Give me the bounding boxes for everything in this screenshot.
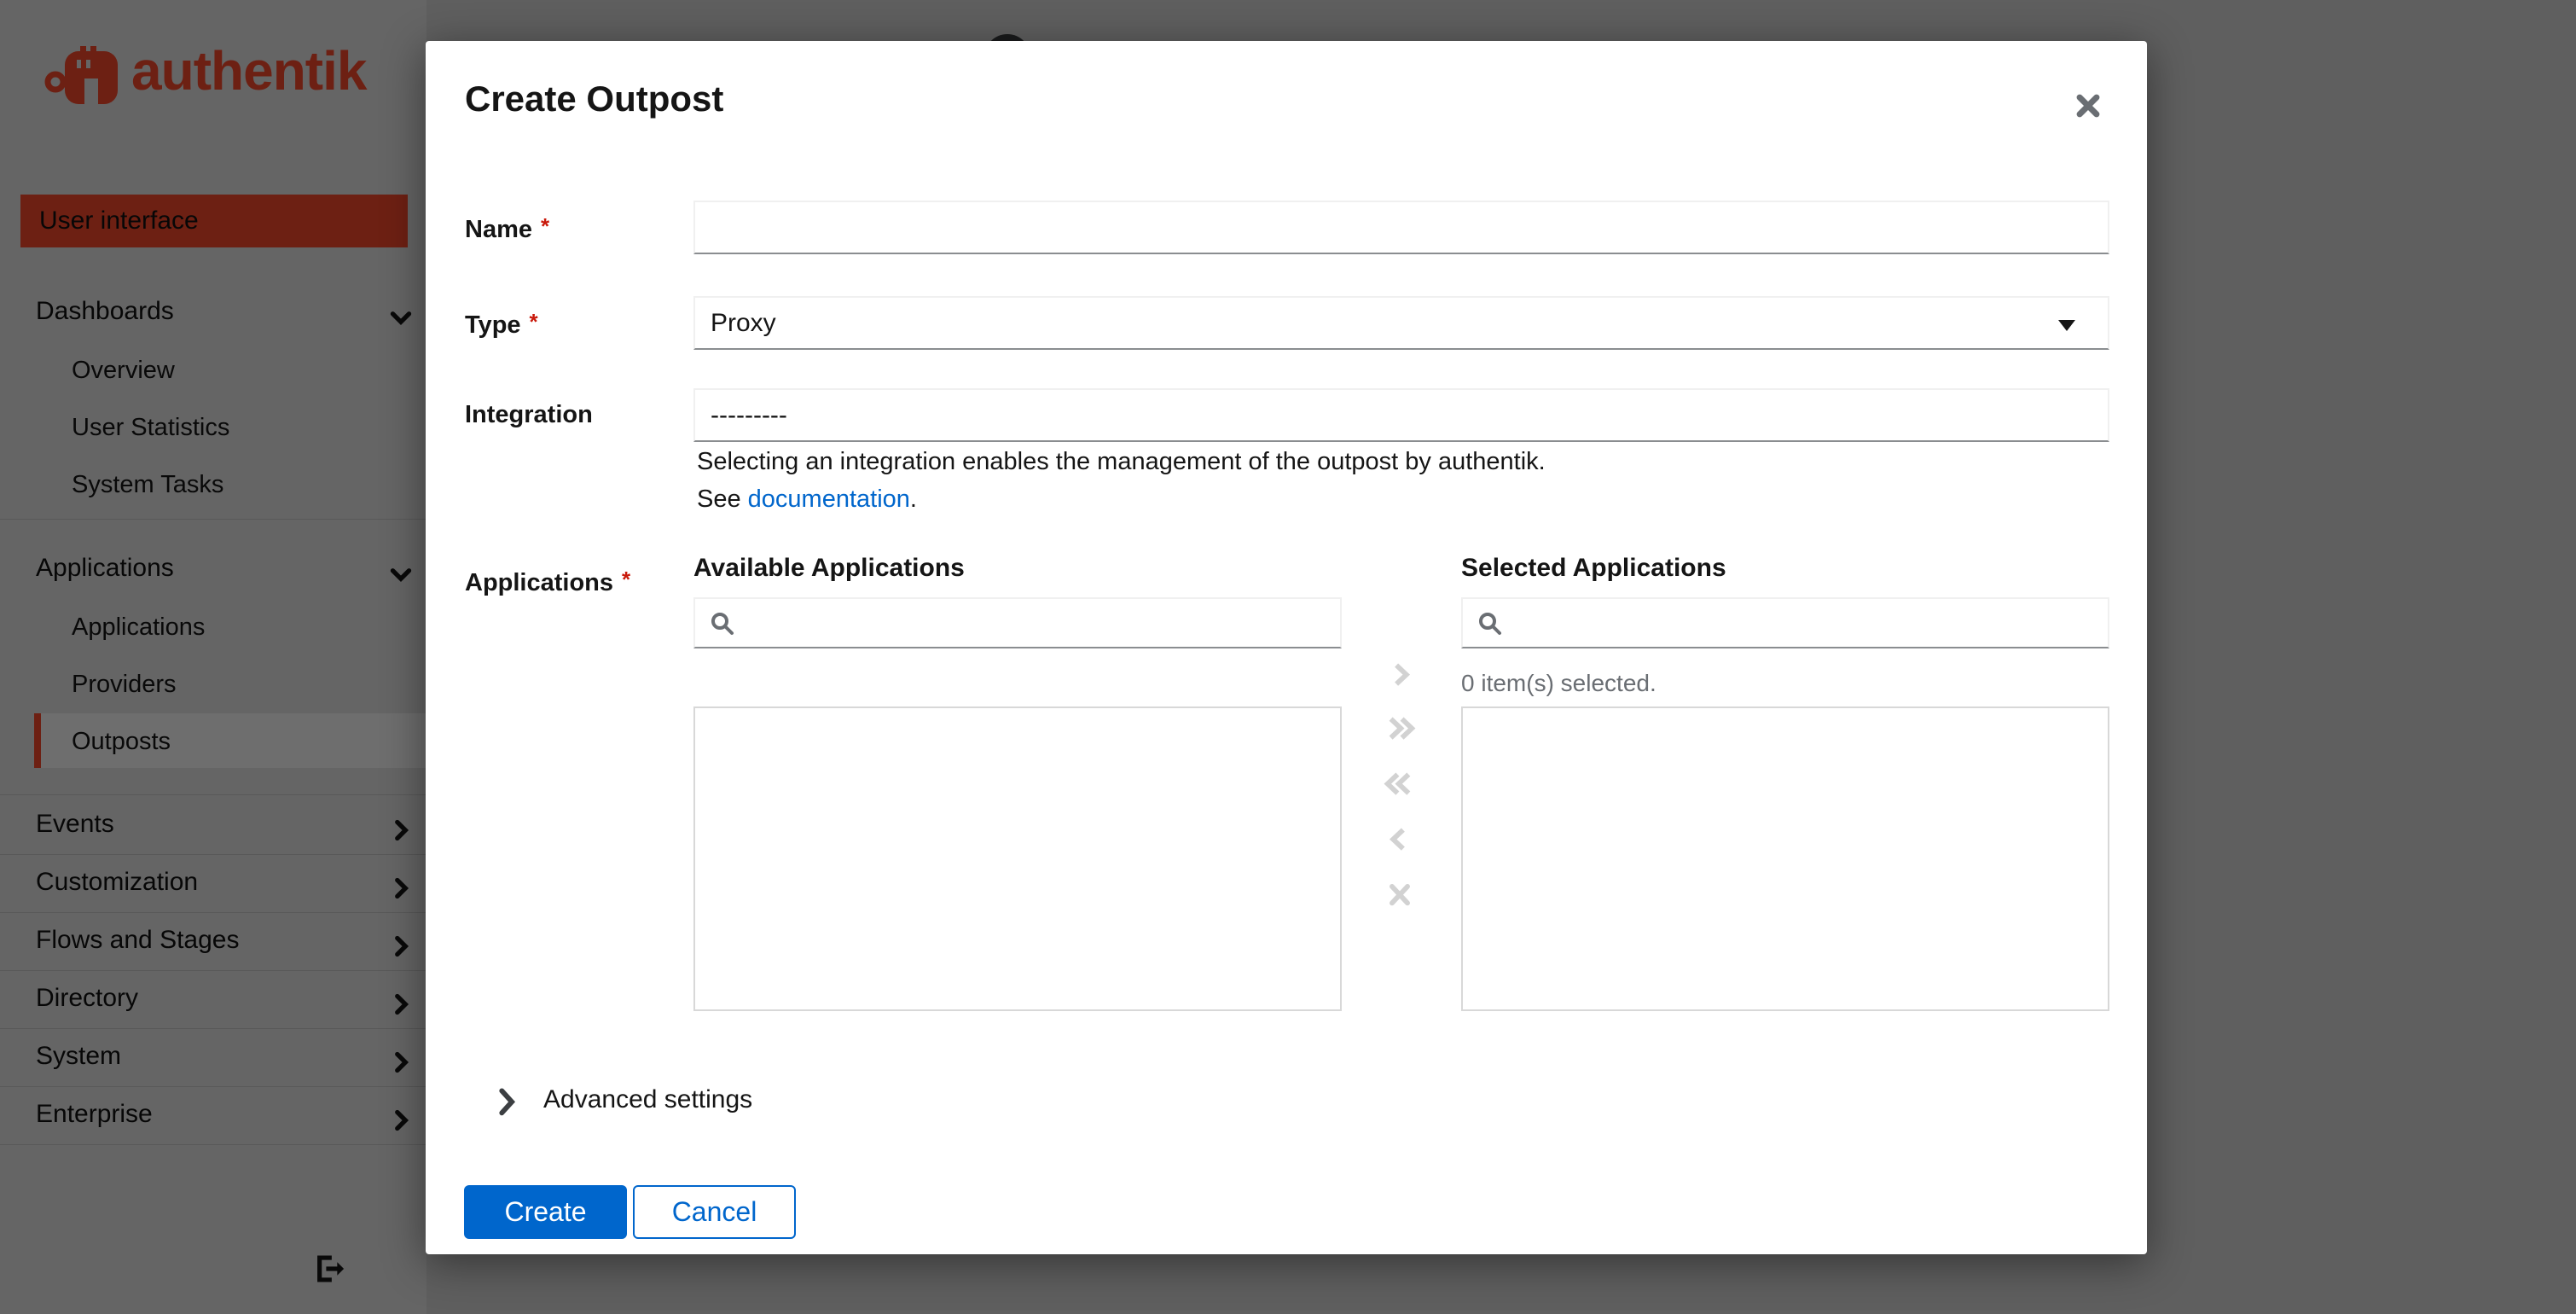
type-select[interactable]: Proxy [693,296,2109,350]
type-label: Type * [465,309,538,339]
selected-applications-list[interactable] [1461,706,2109,1011]
integration-select[interactable]: --------- [693,388,2109,442]
clear-selection-icon[interactable] [1381,875,1419,913]
documentation-link[interactable]: documentation [748,485,910,513]
applications-label: Applications * [465,567,631,596]
required-marker: * [622,567,631,592]
name-input[interactable] [693,201,2109,254]
name-label: Name * [465,213,550,243]
add-all-icon[interactable] [1381,709,1419,747]
screen: 1 - 1 of 1 Actions 1 [0,0,2576,1314]
add-selected-icon[interactable] [1381,655,1419,693]
integration-label: Integration [465,401,593,428]
modal-title: Create Outpost [465,78,724,119]
required-marker: * [529,309,538,334]
selected-applications-title: Selected Applications [1461,554,1726,582]
expand-chevron-right-icon[interactable] [489,1083,523,1117]
selected-count-status: 0 item(s) selected. [1461,670,1656,696]
caret-down-icon [2058,320,2075,331]
remove-selected-icon[interactable] [1381,820,1419,858]
create-button[interactable]: Create [464,1185,627,1239]
available-applications-title: Available Applications [693,554,965,582]
required-marker: * [541,213,550,239]
integration-help-docs: See documentation. [697,485,917,513]
close-icon[interactable] [2068,85,2109,126]
advanced-settings-toggle[interactable]: Advanced settings [543,1083,752,1117]
available-search-input[interactable] [693,597,1342,648]
available-applications-list[interactable] [693,706,1342,1011]
search-icon [1479,613,1501,635]
search-icon [711,613,734,635]
selected-search-input[interactable] [1461,597,2109,648]
integration-help-text: Selecting an integration enables the man… [697,448,1546,475]
remove-all-icon[interactable] [1381,765,1419,802]
cancel-button[interactable]: Cancel [633,1185,796,1239]
create-outpost-modal: Create Outpost Name * Type * Proxy Integra… [426,41,2147,1254]
